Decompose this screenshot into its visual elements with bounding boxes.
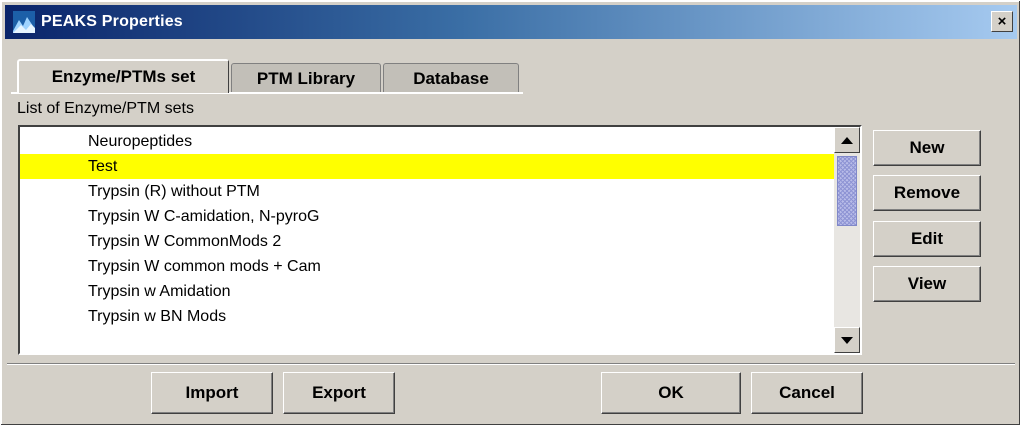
- footer-divider: [7, 363, 1015, 365]
- list-item-selected[interactable]: Test: [20, 154, 834, 179]
- list-item[interactable]: Trypsin (R) without PTM: [20, 179, 834, 204]
- tab-label: PTM Library: [256, 68, 356, 88]
- close-icon: ×: [997, 13, 1007, 30]
- tab-enzyme-ptms-set[interactable]: Enzyme/PTMs set: [17, 59, 229, 93]
- tab-database[interactable]: Database: [383, 63, 519, 93]
- tab-label: Enzyme/PTMs set: [51, 67, 196, 86]
- list-item[interactable]: Neuropeptides: [20, 129, 834, 154]
- arrow-up-icon: [841, 136, 853, 144]
- scroll-up-button[interactable]: [834, 127, 860, 153]
- list-caption: List of Enzyme/PTM sets: [17, 100, 194, 117]
- import-button[interactable]: Import: [151, 372, 273, 414]
- list-item[interactable]: Trypsin W CommonMods 2: [20, 229, 834, 254]
- new-button[interactable]: New: [873, 130, 981, 166]
- tab-label: Database: [413, 68, 489, 88]
- list-item[interactable]: Trypsin w BN Mods: [20, 304, 834, 329]
- export-button[interactable]: Export: [283, 372, 395, 414]
- cancel-button[interactable]: Cancel: [751, 372, 863, 414]
- window-title: PEAKS Properties: [41, 13, 183, 30]
- list-item[interactable]: Trypsin w Amidation: [20, 279, 834, 304]
- ok-button[interactable]: OK: [601, 372, 741, 414]
- scroll-down-button[interactable]: [834, 327, 860, 353]
- peaks-properties-dialog: PEAKS Properties × Enzyme/PTMs set PTM L…: [0, 0, 1021, 426]
- scrollbar-thumb[interactable]: [837, 156, 857, 226]
- title-bar[interactable]: PEAKS Properties ×: [5, 5, 1017, 39]
- remove-button[interactable]: Remove: [873, 175, 981, 211]
- list-items: Neuropeptides Test Trypsin (R) without P…: [20, 129, 834, 329]
- arrow-down-icon: [841, 336, 853, 344]
- vertical-scrollbar[interactable]: [834, 127, 860, 353]
- list-item[interactable]: Trypsin W C-amidation, N-pyroG: [20, 204, 834, 229]
- view-button[interactable]: View: [873, 266, 981, 302]
- close-button[interactable]: ×: [991, 11, 1013, 32]
- tab-ptm-library[interactable]: PTM Library: [231, 63, 381, 93]
- enzyme-ptm-set-list[interactable]: Neuropeptides Test Trypsin (R) without P…: [18, 125, 862, 355]
- tab-strip: Enzyme/PTMs set PTM Library Database: [17, 59, 521, 93]
- list-item[interactable]: Trypsin W common mods + Cam: [20, 254, 834, 279]
- peaks-app-icon: [13, 11, 35, 33]
- edit-button[interactable]: Edit: [873, 221, 981, 257]
